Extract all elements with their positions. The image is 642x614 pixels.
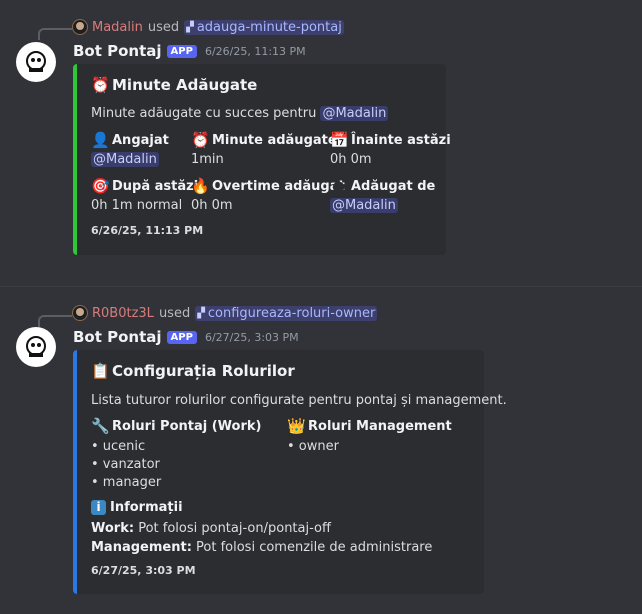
- used-label: used: [158, 305, 191, 321]
- field-name: Informații: [110, 499, 183, 515]
- embed-footer-timestamp: 6/27/25, 3:03 PM: [91, 564, 196, 577]
- reply-connector: [38, 315, 72, 327]
- field-angajat: 👤 Angajat @Madalin: [91, 131, 169, 167]
- info-line-work: Work: Pot folosi pontaj-on/pontaj-off: [91, 519, 432, 538]
- field-value: 0h 1m normal: [91, 198, 183, 213]
- list-item: • manager: [91, 475, 162, 490]
- reply-connector: [38, 28, 72, 40]
- slash-command-chip[interactable]: ▞ adauga-minute-pontaj: [184, 19, 344, 35]
- field-name: Minute adăugate: [212, 132, 337, 148]
- app-badge: APP: [166, 330, 197, 344]
- embed-configuratia-rolurilor: 📋 Configurația Rolurilor Lista tuturor r…: [73, 350, 507, 594]
- user-mention[interactable]: @Madalin: [320, 106, 389, 121]
- user-mention[interactable]: @Madalin: [330, 198, 398, 213]
- message-header: Bot Pontaj APP 6/27/25, 3:03 PM: [73, 327, 299, 347]
- list-item: • ucenic: [91, 439, 146, 454]
- user-mention[interactable]: @Madalin: [91, 152, 159, 167]
- target-icon: 🎯: [91, 176, 110, 195]
- alarm-clock-icon: ⏰: [91, 75, 110, 94]
- embed-description: Minute adăugate cu succes pentru @Madali…: [91, 106, 389, 121]
- bot-avatar[interactable]: [16, 327, 56, 367]
- slash-command-chip[interactable]: ▞ configureaza-roluri-owner: [195, 305, 378, 321]
- bot-logo-icon: [26, 336, 46, 357]
- info-label: Management:: [91, 540, 192, 555]
- embed-title-text: Minute Adăugate: [112, 76, 258, 94]
- field-name: Roluri Pontaj (Work): [112, 418, 262, 434]
- bot-avatar[interactable]: [16, 42, 56, 82]
- message-timestamp[interactable]: 6/26/25, 11:13 PM: [205, 45, 306, 58]
- field-name: Înainte astăzi: [351, 132, 451, 148]
- field-name: După astăzi: [112, 178, 199, 194]
- info-label: Work:: [91, 521, 135, 536]
- slash-command-name: configureaza-roluri-owner: [207, 305, 376, 321]
- replied-username[interactable]: R0B0tz3L: [92, 306, 154, 321]
- replied-user-avatar: [72, 19, 88, 35]
- field-adaugat-de: ● Adăugat de @Madalin: [330, 177, 435, 213]
- list-item: • vanzator: [91, 457, 160, 472]
- user-icon: 👤: [91, 130, 110, 149]
- embed-title-text: Configurația Rolurilor: [112, 362, 295, 380]
- info-text: Pot folosi pontaj-on/pontaj-off: [134, 521, 331, 536]
- person-silhouette-icon: ●: [331, 176, 346, 195]
- field-value: 0h 0m: [191, 198, 233, 213]
- field-inainte-astazi: 📅 Înainte astăzi 0h 0m: [330, 131, 451, 167]
- clipboard-icon: 📋: [91, 361, 110, 380]
- embed-title: ⏰ Minute Adăugate: [91, 76, 257, 94]
- field-name: Overtime adăugat: [212, 178, 345, 194]
- author-name[interactable]: Bot Pontaj: [73, 328, 162, 346]
- embed-title: 📋 Configurația Rolurilor: [91, 362, 295, 380]
- description-text: Minute adăugate cu succes pentru: [91, 106, 317, 121]
- embed-description: Lista tuturor rolurilor configurate pent…: [91, 393, 507, 408]
- info-line-management: Management: Pot folosi comenzile de admi…: [91, 538, 432, 557]
- replied-user-avatar: [72, 305, 88, 321]
- fire-icon: 🔥: [191, 176, 210, 195]
- bot-logo-icon: [26, 51, 46, 72]
- embed-minute-adaugate: ⏰ Minute Adăugate Minute adăugate cu suc…: [73, 64, 451, 255]
- slash-command-icon: ▞: [186, 21, 194, 33]
- info-icon: i: [91, 499, 106, 515]
- author-name[interactable]: Bot Pontaj: [73, 42, 162, 60]
- wrench-icon: 🔧: [91, 416, 110, 435]
- field-roluri-pontaj: 🔧 Roluri Pontaj (Work) • ucenic • vanzato…: [91, 417, 261, 492]
- slash-command-name: adauga-minute-pontaj: [196, 19, 342, 35]
- info-text: Pot folosi comenzile de administrare: [191, 540, 433, 555]
- field-value: 1min: [191, 152, 224, 167]
- field-roluri-management: 👑 Roluri Management • owner: [287, 417, 452, 456]
- field-overtime: 🔥 Overtime adăugat 0h 0m: [191, 177, 345, 213]
- app-badge: APP: [166, 44, 197, 58]
- list-item: • owner: [287, 439, 339, 454]
- field-minute-adaugate: ⏰ Minute adăugate 1min: [191, 131, 337, 167]
- alarm-clock-icon: ⏰: [191, 130, 210, 149]
- reply-context[interactable]: R0B0tz3L used ▞ configureaza-roluri-owne…: [72, 304, 378, 322]
- crown-icon: 👑: [287, 416, 306, 435]
- replied-username[interactable]: Madalin: [92, 20, 143, 35]
- message-divider: [0, 286, 642, 287]
- reply-context[interactable]: Madalin used ▞ adauga-minute-pontaj: [72, 18, 344, 36]
- field-name: Angajat: [112, 132, 169, 148]
- used-label: used: [147, 19, 180, 35]
- field-dupa-astazi: 🎯 După astăzi 0h 1m normal: [91, 177, 198, 213]
- field-name: Adăugat de: [351, 178, 436, 194]
- calendar-icon: 📅: [330, 130, 349, 149]
- message-timestamp[interactable]: 6/27/25, 3:03 PM: [205, 331, 299, 344]
- field-informatii: i Informații Work: Pot folosi pontaj-on/p…: [91, 498, 432, 557]
- message-header: Bot Pontaj APP 6/26/25, 11:13 PM: [73, 41, 306, 61]
- embed-footer-timestamp: 6/26/25, 11:13 PM: [91, 224, 204, 237]
- slash-command-icon: ▞: [197, 307, 205, 319]
- field-name: Roluri Management: [308, 418, 452, 434]
- field-value: 0h 0m: [330, 152, 372, 167]
